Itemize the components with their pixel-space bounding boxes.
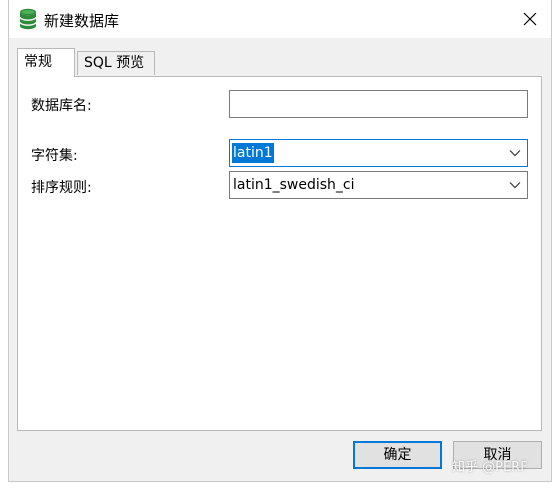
charset-label: 字符集: — [31, 148, 78, 164]
database-icon — [19, 8, 37, 30]
collation-select[interactable]: latin1_swedish_ci — [229, 171, 528, 199]
close-button[interactable] — [515, 5, 545, 33]
close-icon — [523, 12, 537, 26]
window-title: 新建数据库 — [44, 12, 120, 30]
chevron-down-icon — [509, 150, 521, 157]
collation-value: latin1_swedish_ci — [233, 177, 355, 193]
collation-label: 排序规则: — [31, 180, 92, 196]
tab-general[interactable]: 常规 — [17, 48, 75, 77]
tab-sql-preview[interactable]: SQL 预览 — [77, 51, 155, 75]
db-name-input[interactable] — [229, 90, 528, 118]
watermark: 知乎 @PERF — [452, 460, 528, 475]
db-name-label: 数据库名: — [31, 98, 92, 114]
dialog-window: 新建数据库 常规 SQL 预览 数据库名: 字符集: latin1 排序规则: … — [8, 0, 552, 482]
title-bar: 新建数据库 — [9, 0, 551, 38]
charset-value: latin1 — [232, 143, 274, 163]
charset-select[interactable]: latin1 — [229, 139, 528, 167]
chevron-down-icon — [509, 182, 521, 189]
general-panel: 数据库名: 字符集: latin1 排序规则: latin1_swedish_c… — [17, 76, 542, 431]
ok-button[interactable]: 确定 — [353, 441, 442, 469]
